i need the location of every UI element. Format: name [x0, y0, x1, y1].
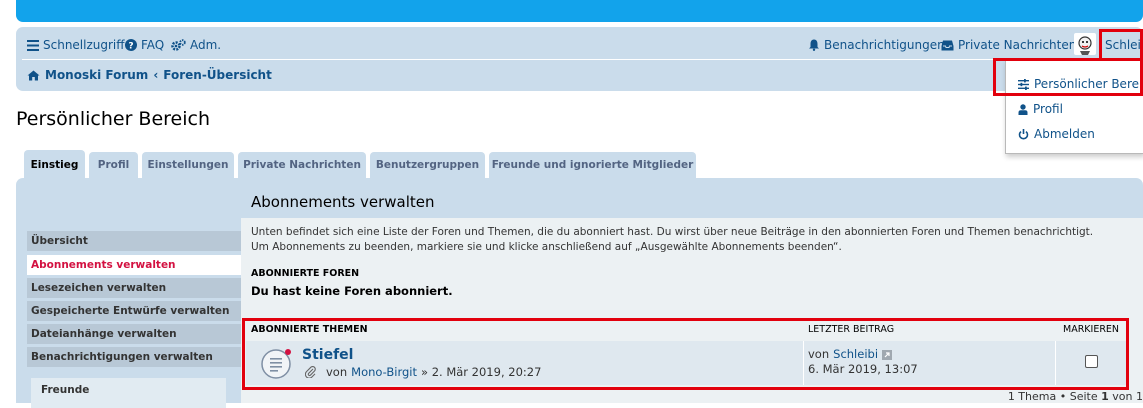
question-circle-icon: ? [125, 39, 137, 51]
sidebar-item-overview[interactable]: Übersicht [27, 231, 241, 251]
description-line-1: Unten befindet sich eine Liste der Foren… [251, 226, 1094, 238]
tab-einstieg[interactable]: Einstieg [24, 150, 85, 179]
notifications-button[interactable]: Benachrichtigungen [808, 38, 945, 52]
sidebar-item-attachments[interactable]: Dateianhänge verwalten [27, 324, 241, 344]
dropdown-item-logout[interactable]: Abmelden [1018, 127, 1095, 141]
quick-access-label: Schnellzugriff [43, 38, 125, 52]
description-line-2: Um Abonnements zu beenden, markiere sie … [251, 241, 842, 253]
user-icon [1018, 103, 1028, 115]
pagination-separator: • [1059, 390, 1067, 403]
cogs-icon [171, 39, 186, 51]
user-menu-highlight [1099, 29, 1143, 61]
friends-panel: Freunde [31, 378, 226, 408]
no-forums-message: Du hast keine Foren abonniert. [251, 284, 453, 298]
admin-link[interactable]: Adm. [171, 38, 221, 52]
description: Unten befindet sich eine Liste der Foren… [251, 225, 1093, 255]
tab-benutzergruppen[interactable]: Benutzergruppen [370, 152, 485, 178]
of-label: von [1112, 390, 1133, 403]
quick-access-button[interactable]: Schnellzugriff [27, 38, 125, 52]
topic-count: 1 Thema [1007, 390, 1057, 403]
tab-einstellungen[interactable]: Einstellungen [142, 152, 234, 178]
navbar-divider [22, 59, 1143, 60]
dropdown-item-profile[interactable]: Profil [1018, 102, 1063, 116]
friends-heading: Freunde [41, 384, 90, 396]
tab-freunde[interactable]: Freunde und ignorierte Mitglieder [489, 152, 696, 178]
bell-icon [809, 39, 819, 51]
page-label: Seite [1069, 390, 1098, 403]
sidebar-item-notifications[interactable]: Benachrichtigungen verwalten [27, 347, 241, 367]
sidebar-item-drafts[interactable]: Gespeicherte Entwürfe verwalten [27, 301, 241, 321]
faq-label: FAQ [141, 38, 165, 52]
dropdown-logout-label: Abmelden [1034, 127, 1095, 141]
avatar[interactable] [1074, 33, 1096, 55]
faq-link[interactable]: ? FAQ [125, 38, 164, 52]
sidebar-item-subscriptions[interactable]: Abonnements verwalten [27, 255, 241, 275]
content-title: Abonnements verwalten [251, 193, 435, 211]
page-title: Persönlicher Bereich [16, 108, 211, 130]
private-messages-button[interactable]: Private Nachrichten [941, 38, 1076, 52]
notifications-label: Benachrichtigungen [824, 38, 945, 52]
top-banner [16, 0, 1143, 22]
chevron-left-icon: ‹ [153, 68, 159, 82]
ucp-link-highlight [993, 58, 1143, 96]
inbox-icon [941, 40, 954, 50]
tab-private-nachrichten[interactable]: Private Nachrichten [238, 152, 366, 178]
pagination: 1 Thema • Seite 1 von 1 [1008, 390, 1143, 403]
power-icon [1018, 128, 1029, 140]
tab-profil[interactable]: Profil [89, 152, 138, 178]
breadcrumb-forums[interactable]: Foren-Übersicht [163, 68, 272, 82]
forums-heading: ABONNIERTE FOREN [251, 268, 360, 279]
breadcrumb-home[interactable]: Monoski Forum [45, 68, 148, 82]
current-page: 1 [1101, 390, 1109, 403]
topics-highlight [242, 318, 1129, 390]
svg-text:?: ? [128, 42, 133, 52]
dropdown-profile-label: Profil [1033, 102, 1063, 116]
private-messages-label: Private Nachrichten [958, 38, 1077, 52]
hamburger-icon [27, 39, 39, 51]
total-pages: 1 [1136, 390, 1143, 403]
admin-label: Adm. [190, 38, 222, 52]
sidebar-item-bookmarks[interactable]: Lesezeichen verwalten [27, 278, 241, 298]
home-icon [27, 70, 40, 80]
breadcrumb: Monoski Forum ‹ Foren-Übersicht [27, 68, 272, 82]
